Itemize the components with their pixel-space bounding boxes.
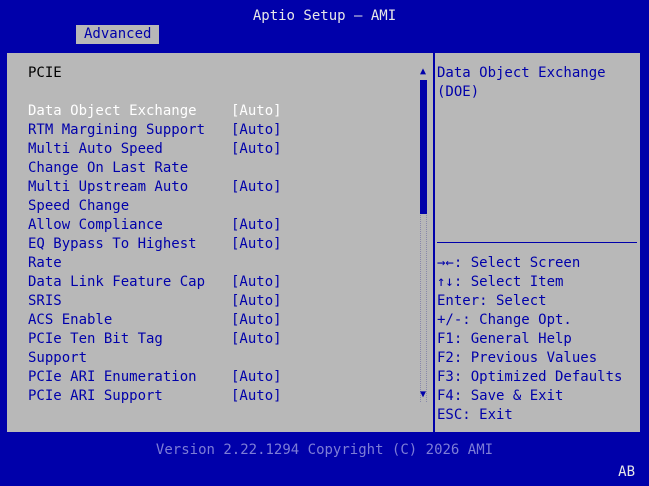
setting-label[interactable]: EQ Bypass To Highest [28, 235, 197, 254]
setting-value[interactable]: [Auto] [231, 368, 282, 387]
scroll-down-arrow-icon[interactable]: ▼ [418, 387, 428, 403]
setting-label[interactable]: Multi Auto Speed [28, 140, 163, 159]
setting-label[interactable]: RTM Margining Support [28, 121, 205, 140]
tab-advanced[interactable]: Advanced [76, 25, 160, 44]
help-panel: Data Object Exchange (DOE) →←: Select Sc… [435, 53, 640, 432]
help-description: Data Object Exchange (DOE) [437, 65, 606, 100]
setting-value[interactable]: [Auto] [231, 330, 282, 349]
top-bar: Aptio Setup – AMI Advanced [0, 0, 649, 44]
corner-indicator: AB [618, 464, 635, 480]
version-footer: Version 2.22.1294 Copyright (C) 2026 AMI [155, 442, 494, 458]
main-frame: PCIE Data Object Exchange [Auto] RTM Margi… [6, 52, 641, 433]
setting-value[interactable]: [Auto] [231, 292, 282, 311]
key-hint: F3: Optimized Defaults [437, 369, 623, 385]
key-hint: ↑↓: Select Item [437, 274, 564, 290]
setting-label[interactable]: PCIe ARI Enumeration [28, 368, 197, 387]
scroll-up-arrow-icon[interactable]: ▲ [418, 64, 428, 80]
key-hint: F2: Previous Values [437, 350, 598, 366]
key-hint: +/-: Change Opt. [437, 312, 572, 328]
setting-label[interactable]: ACS Enable [28, 311, 112, 330]
setting-value[interactable]: [Auto] [231, 387, 282, 406]
setting-label[interactable]: PCIe Ten Bit Tag [28, 330, 163, 349]
setting-value[interactable]: [Auto] [231, 235, 282, 254]
help-separator [437, 242, 637, 243]
setting-label[interactable]: Data Object Exchange [28, 102, 197, 121]
scrollbar-thumb[interactable] [420, 80, 427, 214]
setting-label[interactable]: PCIe ARI Support [28, 387, 163, 406]
setting-label-continued[interactable]: Speed Change [28, 197, 129, 216]
setting-label[interactable]: Allow Compliance [28, 216, 163, 235]
key-hint: F1: General Help [437, 331, 572, 347]
setting-value[interactable]: [Auto] [231, 216, 282, 235]
setting-label[interactable]: SRIS [28, 292, 62, 311]
setting-label-continued[interactable]: Support [28, 349, 87, 368]
key-hint: Enter: Select [437, 293, 547, 309]
setting-label[interactable]: Multi Upstream Auto [28, 178, 188, 197]
setting-value[interactable]: [Auto] [231, 311, 282, 330]
key-hint: ESC: Exit [437, 407, 513, 423]
setting-label-continued[interactable]: Rate [28, 254, 62, 273]
setting-label[interactable]: Data Link Feature Cap [28, 273, 205, 292]
setting-value[interactable]: [Auto] [231, 102, 282, 121]
setting-label-continued[interactable]: Change On Last Rate [28, 159, 188, 178]
setting-value[interactable]: [Auto] [231, 273, 282, 292]
setting-value[interactable]: [Auto] [231, 178, 282, 197]
window-title: Aptio Setup – AMI [252, 8, 397, 24]
key-hint: F4: Save & Exit [437, 388, 564, 404]
setting-value[interactable]: [Auto] [231, 121, 282, 140]
key-hint: →←: Select Screen [437, 255, 581, 271]
settings-panel: PCIE Data Object Exchange [Auto] RTM Margi… [7, 53, 433, 432]
section-heading: PCIE [28, 65, 62, 81]
setting-value[interactable]: [Auto] [231, 140, 282, 159]
